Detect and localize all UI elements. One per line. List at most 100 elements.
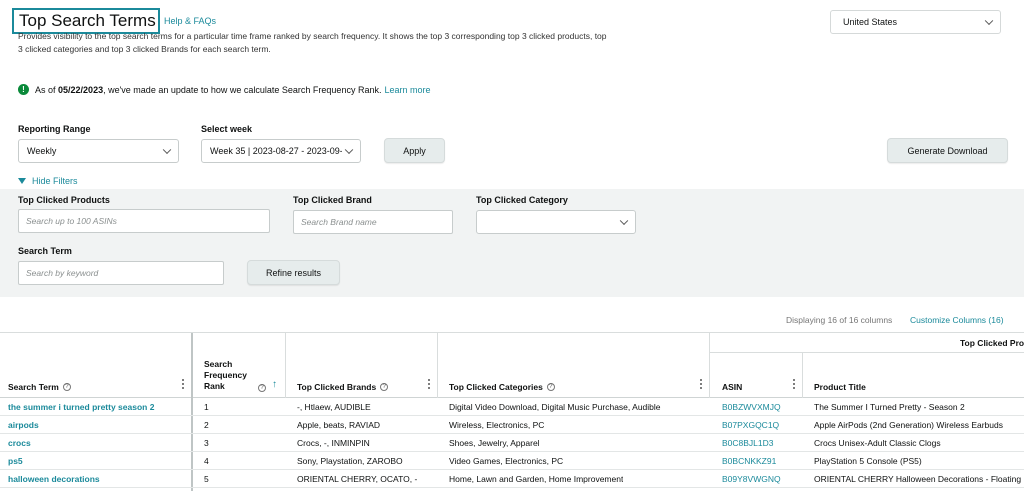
rank-cell: 3: [204, 438, 209, 448]
chevron-down-icon: [619, 216, 629, 226]
reporting-range-value: Weekly: [27, 146, 57, 156]
reporting-range-select[interactable]: Weekly: [18, 139, 179, 163]
asin-link[interactable]: B09Y8VWGNQ: [722, 474, 781, 484]
chevron-down-icon: [162, 145, 172, 155]
page-description: Provides visibility to the top search te…: [18, 31, 607, 54]
table-row[interactable]: halloween decorations 5 ORIENTAL CHERRY,…: [0, 470, 1024, 488]
col-header-top-clicked-brands[interactable]: Top Clicked Brands ?: [297, 382, 389, 392]
customize-columns-link[interactable]: Customize Columns (16): [910, 315, 1004, 325]
categories-cell: Video Games, Electronics, PC: [449, 456, 564, 466]
info-icon[interactable]: ?: [62, 383, 71, 391]
col-header-top-clicked-categories[interactable]: Top Clicked Categories ?: [449, 382, 555, 392]
search-term-input[interactable]: Search by keyword: [18, 261, 224, 285]
reporting-range-label: Reporting Range: [18, 124, 91, 134]
brands-cell: -, Htlaew, AUDIBLE: [297, 402, 371, 412]
success-check-icon: !: [18, 84, 29, 95]
learn-more-link[interactable]: Learn more: [384, 85, 430, 95]
col-header-asin[interactable]: ASIN: [722, 382, 742, 392]
brands-cell: Crocs, -, INMINPIN: [297, 438, 370, 448]
columns-display-count: Displaying 16 of 16 columns: [786, 315, 893, 325]
search-term-label: Search Term: [18, 246, 72, 256]
product-title-cell: ORIENTAL CHERRY Halloween Decorations - …: [814, 474, 1022, 484]
col-label-brands: Top Clicked Brands: [297, 382, 377, 392]
product-title-cell: The Summer I Turned Pretty - Season 2: [814, 402, 965, 412]
sort-ascending-icon[interactable]: ↑: [272, 379, 277, 390]
filter-icon: [18, 178, 26, 184]
hide-filters-toggle[interactable]: Hide Filters: [18, 176, 78, 186]
col-header-search-frequency-rank[interactable]: Search Frequency Rank: [204, 359, 247, 392]
table-row[interactable]: crocs 3 Crocs, -, INMINPIN Shoes, Jewelr…: [0, 434, 1024, 452]
group-header-divider: [709, 352, 1024, 353]
column-divider: [285, 333, 286, 398]
column-menu-icon[interactable]: [793, 379, 795, 389]
top-clicked-products-label: Top Clicked Products: [18, 195, 110, 205]
product-title-cell: Apple AirPods (2nd Generation) Wireless …: [814, 420, 1003, 430]
search-term-link[interactable]: the summer i turned pretty season 2: [8, 402, 188, 412]
table-header-row: Top Clicked Products Search Term ? Searc…: [0, 333, 1024, 398]
top-clicked-brand-label: Top Clicked Brand: [293, 195, 372, 205]
search-term-link[interactable]: crocs: [8, 438, 188, 448]
col-label-sfr-2: Frequency: [204, 370, 247, 380]
column-divider: [802, 353, 803, 398]
top-clicked-category-label: Top Clicked Category: [476, 195, 568, 205]
categories-cell: Digital Video Download, Digital Music Pu…: [449, 402, 661, 412]
select-week-value: Week 35 | 2023-08-27 - 2023-09-02: [210, 146, 342, 156]
brands-cell: Apple, beats, RAVIAD: [297, 420, 380, 430]
column-menu-icon[interactable]: [182, 379, 184, 389]
country-value: United States: [843, 17, 898, 27]
brand-search-input[interactable]: Search Brand name: [293, 210, 453, 234]
notice-prefix: As of: [35, 84, 56, 95]
select-week-label: Select week: [201, 124, 253, 134]
col-label-sfr-1: Search: [204, 359, 233, 369]
column-menu-icon[interactable]: [428, 379, 430, 389]
col-label-search-term: Search Term: [8, 382, 59, 392]
refine-results-button[interactable]: Refine results: [247, 260, 340, 285]
notice-text: , we've made an update to how we calcula…: [103, 84, 382, 95]
search-term-link[interactable]: airpods: [8, 420, 188, 430]
col-header-product-title[interactable]: Product Title: [814, 382, 866, 392]
country-select[interactable]: United States: [830, 10, 1001, 34]
search-term-link[interactable]: halloween decorations: [8, 474, 188, 484]
categories-cell: Wireless, Electronics, PC: [449, 420, 545, 430]
chevron-down-icon: [984, 16, 994, 26]
product-title-cell: Crocs Unisex-Adult Classic Clogs: [814, 438, 941, 448]
brands-cell: ORIENTAL CHERRY, OCATO, -: [297, 474, 418, 484]
brands-cell: Sony, Playstation, ZAROBO: [297, 456, 403, 466]
table-row[interactable]: the summer i turned pretty season 2 1 -,…: [0, 398, 1024, 416]
product-title-cell: PlayStation 5 Console (PS5): [814, 456, 922, 466]
table-row[interactable]: ps5 4 Sony, Playstation, ZAROBO Video Ga…: [0, 452, 1024, 470]
column-divider: [709, 333, 710, 398]
help-faqs-link[interactable]: Help & FAQs: [164, 16, 216, 26]
asin-link[interactable]: B0C8BJL1D3: [722, 438, 774, 448]
categories-cell: Home, Lawn and Garden, Home Improvement: [449, 474, 624, 484]
select-week-select[interactable]: Week 35 | 2023-08-27 - 2023-09-02: [201, 139, 361, 163]
col-header-search-term[interactable]: Search Term ?: [8, 382, 71, 392]
info-icon[interactable]: ?: [546, 383, 555, 391]
asin-search-input[interactable]: Search up to 100 ASINs: [18, 209, 270, 233]
col-label-categories: Top Clicked Categories: [449, 382, 543, 392]
table-row[interactable]: airpods 2 Apple, beats, RAVIAD Wireless,…: [0, 416, 1024, 434]
category-select[interactable]: [476, 210, 636, 234]
asin-link[interactable]: B07PXGQC1Q: [722, 420, 779, 430]
asin-link[interactable]: B0BZWVXMJQ: [722, 402, 781, 412]
categories-cell: Shoes, Jewelry, Apparel: [449, 438, 540, 448]
group-header-top-clicked-products: Top Clicked Products: [960, 338, 1024, 348]
hide-filters-label: Hide Filters: [32, 176, 78, 186]
rank-cell: 1: [204, 402, 209, 412]
update-notice: ! As of 05/22/2023, we've made an update…: [18, 84, 431, 95]
info-icon[interactable]: ?: [258, 384, 266, 392]
rank-cell: 2: [204, 420, 209, 430]
rank-cell: 4: [204, 456, 209, 466]
page-title: Top Search Terms: [19, 11, 156, 30]
chevron-down-icon: [344, 145, 354, 155]
search-term-link[interactable]: ps5: [8, 456, 188, 466]
col-label-sfr-3: Rank: [204, 381, 225, 391]
search-terms-table: Top Clicked Products Search Term ? Searc…: [0, 332, 1024, 491]
column-divider: [437, 333, 438, 398]
asin-link[interactable]: B0BCNKKZ91: [722, 456, 776, 466]
generate-download-button[interactable]: Generate Download: [887, 138, 1008, 163]
column-menu-icon[interactable]: [700, 379, 702, 389]
notice-date: 05/22/2023: [58, 84, 104, 95]
info-icon[interactable]: ?: [380, 383, 389, 391]
apply-button[interactable]: Apply: [384, 138, 445, 163]
